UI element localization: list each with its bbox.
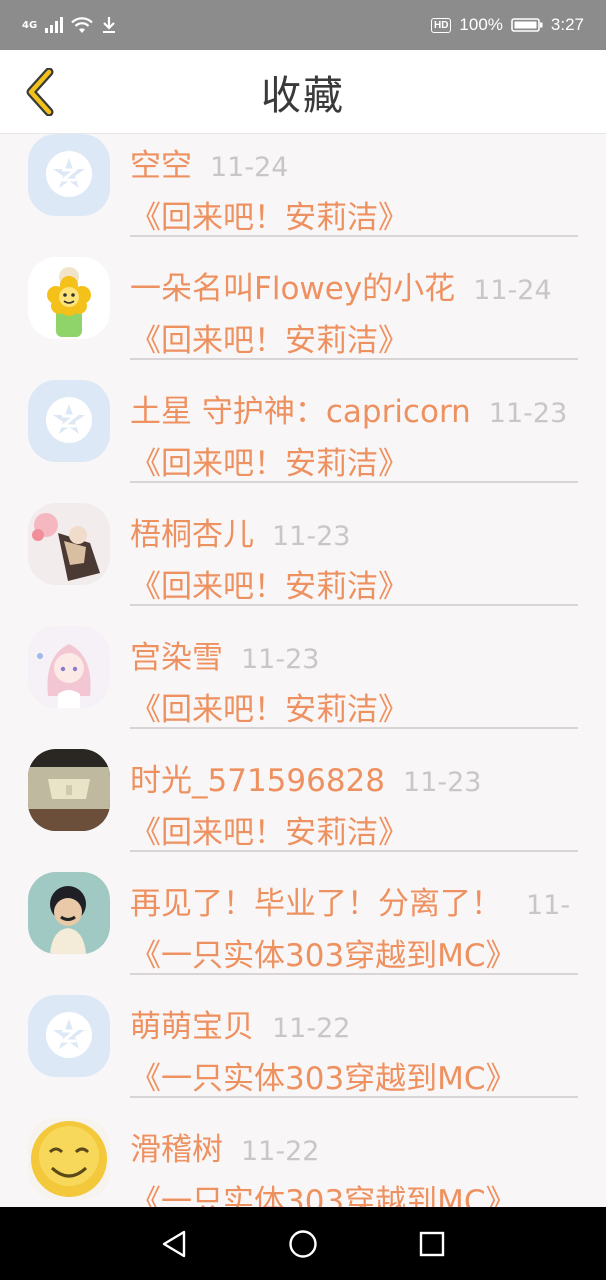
book-title: 《一只实体303穿越到MC》 xyxy=(130,1061,517,1097)
username: 再见了！毕业了！分离了！ xyxy=(130,886,502,922)
username: 萌萌宝贝 xyxy=(130,1009,254,1045)
username: 梧桐杏儿 xyxy=(130,517,254,553)
status-right: HD 100% 3:27 xyxy=(430,15,584,35)
date: 11-23 xyxy=(403,767,482,798)
nav-back-button[interactable] xyxy=(154,1224,194,1264)
circle-home-icon xyxy=(289,1229,317,1258)
username: 滑稽树 xyxy=(130,1132,223,1168)
item-header: 宫染雪 11-23 xyxy=(130,632,319,676)
wifi-icon xyxy=(71,16,93,33)
username: 空空 xyxy=(130,148,192,184)
item-header: 土星 守护神：capricorn 11-23 xyxy=(130,386,567,430)
square-recents-icon xyxy=(419,1231,444,1256)
battery-icon xyxy=(511,18,543,32)
top-navbar: 收藏 xyxy=(0,50,606,134)
page-title: 收藏 xyxy=(261,73,345,119)
item-header: 萌萌宝贝 11-22 xyxy=(130,1001,350,1045)
download-icon xyxy=(103,17,116,33)
date: 11-23 xyxy=(272,521,351,552)
tunnel-avatar xyxy=(28,749,110,831)
hd-badge: HD xyxy=(430,17,452,33)
item-header: 空空 11-24 xyxy=(130,140,288,184)
book-title: 《回来吧！安莉洁》 xyxy=(130,692,409,728)
list-item[interactable]: 萌萌宝贝 11-22 《一只实体303穿越到MC》 xyxy=(0,975,606,1098)
default-avatar xyxy=(28,995,110,1077)
date: 11- xyxy=(526,890,571,921)
child-avatar xyxy=(28,872,110,954)
flower-avatar xyxy=(28,257,110,339)
triangle-back-icon xyxy=(163,1230,186,1257)
favorites-list: 空空 11-24 《回来吧！安莉洁》 一朵名叫Flowey的小花 11-24 《… xyxy=(0,134,606,1207)
book-title: 《一只实体303穿越到MC》 xyxy=(130,938,517,974)
default-avatar xyxy=(28,134,110,216)
username: 宫染雪 xyxy=(130,640,223,676)
item-header: 时光_571596828 11-23 xyxy=(130,755,481,799)
list-item[interactable]: 梧桐杏儿 11-23 《回来吧！安莉洁》 xyxy=(0,483,606,606)
list-item[interactable]: 再见了！毕业了！分离了！ 11- 《一只实体303穿越到MC》 xyxy=(0,852,606,975)
list-item[interactable]: 滑稽树 11-22 《一只实体303穿越到MC》 xyxy=(0,1098,606,1207)
anime-avatar xyxy=(28,503,110,585)
default-avatar xyxy=(28,380,110,462)
date: 11-22 xyxy=(272,1013,351,1044)
list-item[interactable]: 宫染雪 11-23 《回来吧！安莉洁》 xyxy=(0,606,606,729)
nav-recents-button[interactable] xyxy=(412,1224,452,1264)
list-item[interactable]: 一朵名叫Flowey的小花 11-24 《回来吧！安莉洁》 xyxy=(0,237,606,360)
clock: 3:27 xyxy=(550,15,584,34)
date: 11-23 xyxy=(488,398,568,429)
book-title: 《回来吧！安莉洁》 xyxy=(130,323,409,359)
status-bar: 4G HD 100% 3:27 xyxy=(0,0,606,50)
list-item[interactable]: 土星 守护神：capricorn 11-23 《回来吧！安莉洁》 xyxy=(0,360,606,483)
username: 一朵名叫Flowey的小花 xyxy=(130,271,456,307)
item-header: 梧桐杏儿 11-23 xyxy=(130,509,350,553)
status-left: 4G xyxy=(22,16,117,34)
book-title: 《回来吧！安莉洁》 xyxy=(130,815,409,851)
network-label: 4G xyxy=(22,19,38,31)
date: 11-23 xyxy=(241,644,320,675)
smiley-avatar xyxy=(28,1118,110,1200)
item-header: 滑稽树 11-22 xyxy=(130,1124,319,1168)
username: 时光_571596828 xyxy=(130,763,386,799)
username: 土星 守护神：capricorn xyxy=(130,394,471,430)
item-header: 一朵名叫Flowey的小花 11-24 xyxy=(130,263,552,307)
book-title: 《回来吧！安莉洁》 xyxy=(130,446,409,482)
date: 11-24 xyxy=(210,152,289,183)
date: 11-22 xyxy=(241,1136,320,1167)
list-item[interactable]: 空空 11-24 《回来吧！安莉洁》 xyxy=(0,134,606,237)
nav-home-button[interactable] xyxy=(283,1224,323,1264)
book-title: 《回来吧！安莉洁》 xyxy=(130,569,409,605)
signal-icon xyxy=(45,17,64,33)
date: 11-24 xyxy=(473,275,552,306)
book-title: 《回来吧！安莉洁》 xyxy=(130,200,409,236)
system-nav-bar xyxy=(0,1207,606,1280)
anime-girl-avatar xyxy=(28,626,110,708)
book-title: 《一只实体303穿越到MC》 xyxy=(130,1184,517,1207)
battery-percent: 100% xyxy=(459,15,503,34)
list-item[interactable]: 时光_571596828 11-23 《回来吧！安莉洁》 xyxy=(0,729,606,852)
item-header: 再见了！毕业了！分离了！ 11- xyxy=(130,878,570,922)
